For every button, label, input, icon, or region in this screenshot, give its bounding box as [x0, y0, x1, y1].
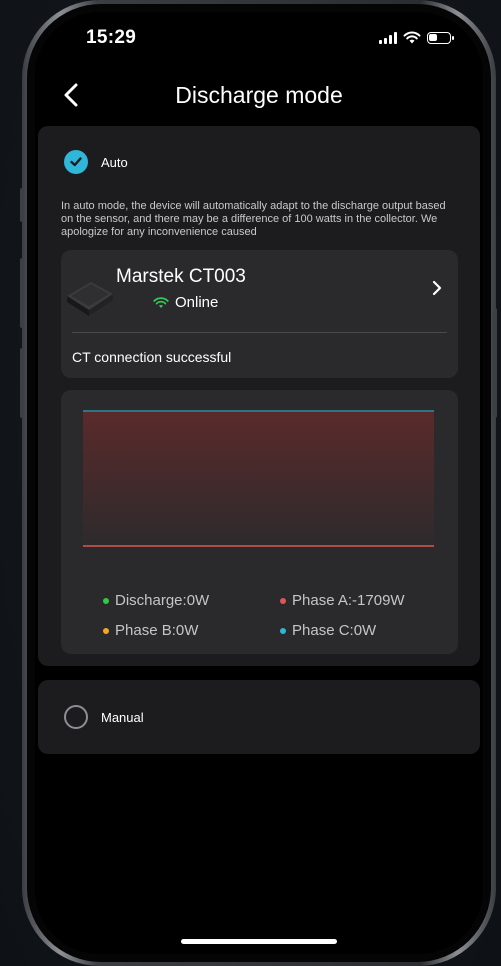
legend-dot [280, 627, 286, 634]
manual-radio-empty-icon[interactable] [64, 705, 88, 729]
home-indicator[interactable] [181, 939, 337, 944]
legend-dot [103, 597, 109, 604]
chevron-right-icon[interactable] [430, 278, 444, 298]
legend-dot [103, 627, 109, 634]
divider [72, 332, 447, 333]
status-bar: 15:29 [35, 12, 483, 64]
legend-phase-b: Phase B:0W [103, 622, 198, 639]
legend-label: Phase C:0W [292, 622, 377, 639]
nav-bar: Discharge mode [35, 76, 483, 116]
power-chart [83, 410, 434, 547]
phase-a-area [83, 412, 434, 546]
volume-up-button [20, 258, 24, 328]
legend-dot [280, 597, 286, 604]
mute-switch [20, 188, 24, 222]
legend-phase-c: Phase C:0W [280, 622, 376, 639]
status-icons [379, 31, 454, 44]
wifi-online-icon [153, 296, 169, 308]
manual-mode-card[interactable]: Manual [38, 680, 480, 754]
power-button [493, 308, 497, 418]
volume-down-button [20, 348, 24, 418]
legend-label: Phase A:-1709W [292, 592, 405, 609]
online-label: Online [175, 294, 219, 311]
legend-label: Phase B:0W [115, 622, 199, 639]
ct-meter-device-image [67, 282, 113, 316]
auto-mode-card: Auto In auto mode, the device will autom… [38, 126, 480, 666]
cellular-signal-icon [379, 31, 397, 44]
phase-chart-card: Discharge:0W Phase A:-1709W Phase B:0W P… [61, 390, 458, 654]
device-name: Marstek CT003 [116, 266, 246, 287]
auto-radio-checked-icon[interactable] [64, 150, 88, 174]
legend-phase-a: Phase A:-1709W [280, 592, 405, 609]
manual-option-label[interactable]: Manual [101, 710, 144, 725]
status-time: 15:29 [86, 27, 137, 48]
wifi-icon [403, 31, 421, 44]
device-online-status: Online [153, 294, 218, 311]
device-card[interactable]: Marstek CT003 Online CT connection succe… [61, 250, 458, 378]
legend-label: Discharge:0W [115, 592, 210, 609]
battery-icon [427, 31, 454, 44]
auto-option-label[interactable]: Auto [101, 155, 128, 170]
legend-discharge: Discharge:0W [103, 592, 209, 609]
screen: 15:29 Discharge mode Auto In auto mode, … [35, 12, 483, 954]
page-title: Discharge mode [175, 82, 343, 108]
auto-mode-description: In auto mode, the device will automatica… [61, 200, 446, 238]
ct-connection-status: CT connection successful [72, 349, 232, 365]
